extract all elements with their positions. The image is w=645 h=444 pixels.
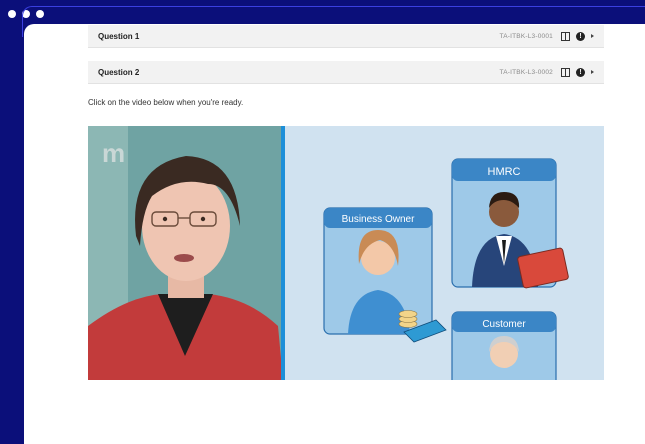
chevron-right-icon[interactable] xyxy=(591,34,594,38)
customer-label: Customer xyxy=(482,319,526,330)
book-icon[interactable] xyxy=(561,67,570,77)
question-title: Question 2 xyxy=(98,67,140,77)
question-code: TA-ITBK-L3-0002 xyxy=(499,68,553,76)
window-dot-close[interactable] xyxy=(8,10,16,18)
book-icon[interactable] xyxy=(561,31,570,41)
question-title: Question 1 xyxy=(98,31,140,41)
info-icon[interactable]: ! xyxy=(576,31,585,41)
info-icon[interactable]: ! xyxy=(576,67,585,77)
watermark-logo: m xyxy=(102,138,125,168)
question-code: TA-ITBK-L3-0001 xyxy=(499,32,553,40)
hmrc-label: HMRC xyxy=(488,166,521,178)
question-row-1[interactable]: Question 1 TA-ITBK-L3-0001 ! xyxy=(88,25,604,48)
chevron-right-icon[interactable] xyxy=(591,70,594,74)
video-divider xyxy=(281,126,285,380)
question-row-2[interactable]: Question 2 TA-ITBK-L3-0002 ! xyxy=(88,61,604,84)
instruction-text: Click on the video below when you're rea… xyxy=(88,98,244,107)
business-owner-label: Business Owner xyxy=(342,214,415,225)
video-player[interactable]: m Business Owner HMRC Customer xyxy=(88,126,604,380)
